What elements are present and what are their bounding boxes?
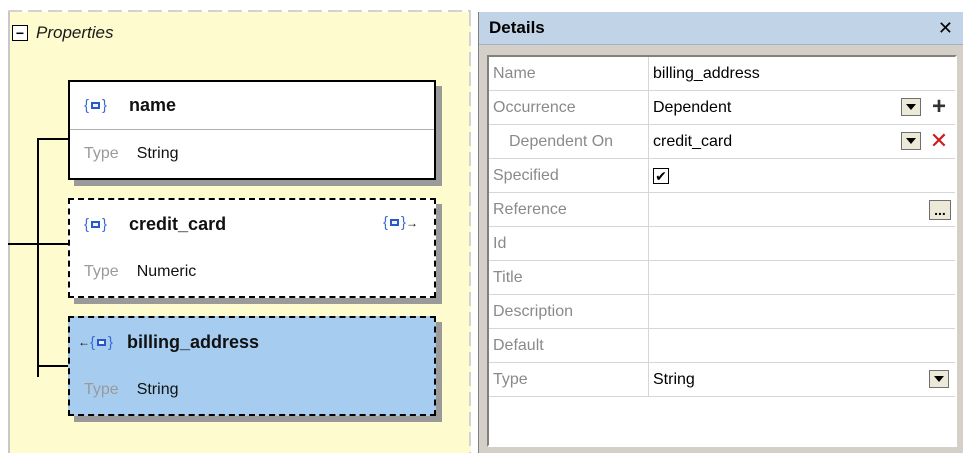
grid-row-type: Type String — [489, 363, 955, 397]
chevron-down-icon[interactable] — [929, 370, 949, 388]
reference-field[interactable]: ... — [649, 193, 955, 226]
chevron-down-icon[interactable] — [901, 132, 921, 150]
grid-key: Dependent On — [489, 125, 649, 158]
node-name: billing_address — [127, 331, 260, 352]
grid-row-description: Description — [489, 295, 955, 329]
node-header: ←{} billing_address — [70, 318, 434, 366]
pane-border-top — [8, 10, 471, 12]
type-label: Type — [84, 263, 119, 280]
occurrence-select[interactable]: Dependent + — [649, 91, 955, 124]
specified-checkbox[interactable]: ✔ — [653, 167, 669, 184]
add-icon[interactable]: + — [927, 95, 951, 119]
grid-row-occurrence: Occurrence Dependent + — [489, 91, 955, 125]
grid-row-default: Default — [489, 329, 955, 363]
type-value: String — [653, 370, 695, 388]
chevron-down-icon[interactable] — [901, 98, 921, 116]
pane-border-left — [8, 12, 10, 453]
property-node-billing-address[interactable]: ←{} billing_address Type String — [68, 316, 436, 416]
grid-key: Reference — [489, 193, 649, 226]
type-select[interactable]: String — [649, 363, 955, 396]
grid-row-name: Name billing_address — [489, 57, 955, 91]
type-value: String — [136, 145, 179, 162]
title-field[interactable] — [649, 261, 955, 294]
grid-row-id: Id — [489, 227, 955, 261]
collapse-icon[interactable]: − — [12, 25, 28, 41]
specified-cell: ✔ — [649, 159, 955, 192]
pane-border-right — [469, 12, 471, 453]
name-value-field[interactable]: billing_address — [649, 57, 955, 90]
grid-row-dependent-on: Dependent On credit_card ✕ — [489, 125, 955, 159]
grid-key: Default — [489, 329, 649, 362]
occurrence-value: Dependent — [653, 98, 732, 116]
grid-row-specified: Specified ✔ — [489, 159, 955, 193]
grid-row-reference: Reference ... — [489, 193, 955, 227]
grid-key: Id — [489, 227, 649, 260]
details-title: Details — [489, 18, 545, 37]
ellipsis-button[interactable]: ... — [929, 200, 951, 220]
dependent-on-value: credit_card — [653, 132, 733, 150]
property-grid: Name billing_address Occurrence Dependen… — [487, 55, 957, 447]
property-node-name[interactable]: {} name Type String — [68, 80, 436, 180]
details-header: Details ✕ — [479, 12, 963, 45]
tree-connector-vertical — [37, 138, 39, 377]
type-value: Numeric — [136, 263, 197, 280]
grid-row-title: Title — [489, 261, 955, 295]
tree-connector-name — [37, 138, 68, 140]
close-icon[interactable]: ✕ — [938, 18, 953, 39]
grid-key: Type — [489, 363, 649, 396]
grid-key: Description — [489, 295, 649, 328]
node-name: name — [129, 95, 177, 115]
tree-connector-billing-address — [37, 365, 68, 367]
grid-key: Occurrence — [489, 91, 649, 124]
default-field[interactable] — [649, 329, 955, 362]
tree-connector-credit-card — [8, 243, 68, 245]
type-label: Type — [84, 145, 119, 162]
property-icon: {} — [84, 97, 108, 114]
property-reference-in-icon: ←{} — [78, 333, 114, 351]
type-value: String — [136, 381, 179, 398]
grid-key: Name — [489, 57, 649, 90]
node-name: credit_card — [129, 213, 227, 234]
description-field[interactable] — [649, 295, 955, 328]
node-type-row: Type Numeric — [70, 248, 434, 296]
id-field[interactable] — [649, 227, 955, 260]
property-icon: {} — [84, 215, 108, 233]
property-node-credit-card[interactable]: {} credit_card {} → Type Numeric — [68, 198, 436, 298]
type-label: Type — [84, 381, 119, 398]
property-reference-out-icon: {} → — [382, 214, 418, 231]
node-type-row: Type String — [70, 130, 434, 178]
grid-key: Title — [489, 261, 649, 294]
remove-icon[interactable]: ✕ — [927, 129, 951, 153]
grid-key: Specified — [489, 159, 649, 192]
node-type-row: Type String — [70, 366, 434, 414]
node-header: {} name — [70, 82, 434, 130]
diagram-pane: − Properties {} name Type String {} cred… — [0, 0, 471, 453]
details-panel: Details ✕ Name billing_address Occurrenc… — [478, 12, 963, 453]
node-header: {} credit_card {} → — [70, 200, 434, 248]
properties-header: − Properties — [12, 22, 113, 44]
dependent-on-select[interactable]: credit_card ✕ — [649, 125, 955, 158]
properties-label: Properties — [36, 23, 114, 42]
